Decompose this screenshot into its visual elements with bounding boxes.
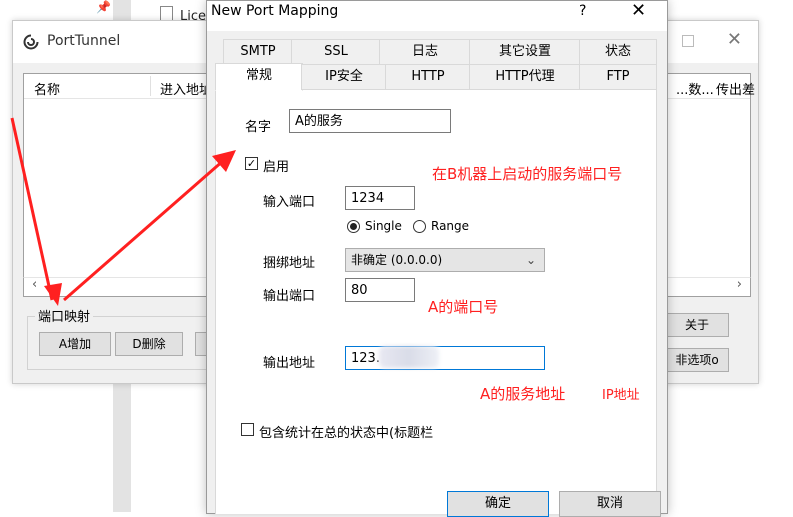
arrow-up-line [63, 158, 225, 302]
annotation-arrows [10, 117, 236, 306]
arrow-down-line [10, 117, 54, 301]
arrow-down-head [44, 283, 62, 306]
